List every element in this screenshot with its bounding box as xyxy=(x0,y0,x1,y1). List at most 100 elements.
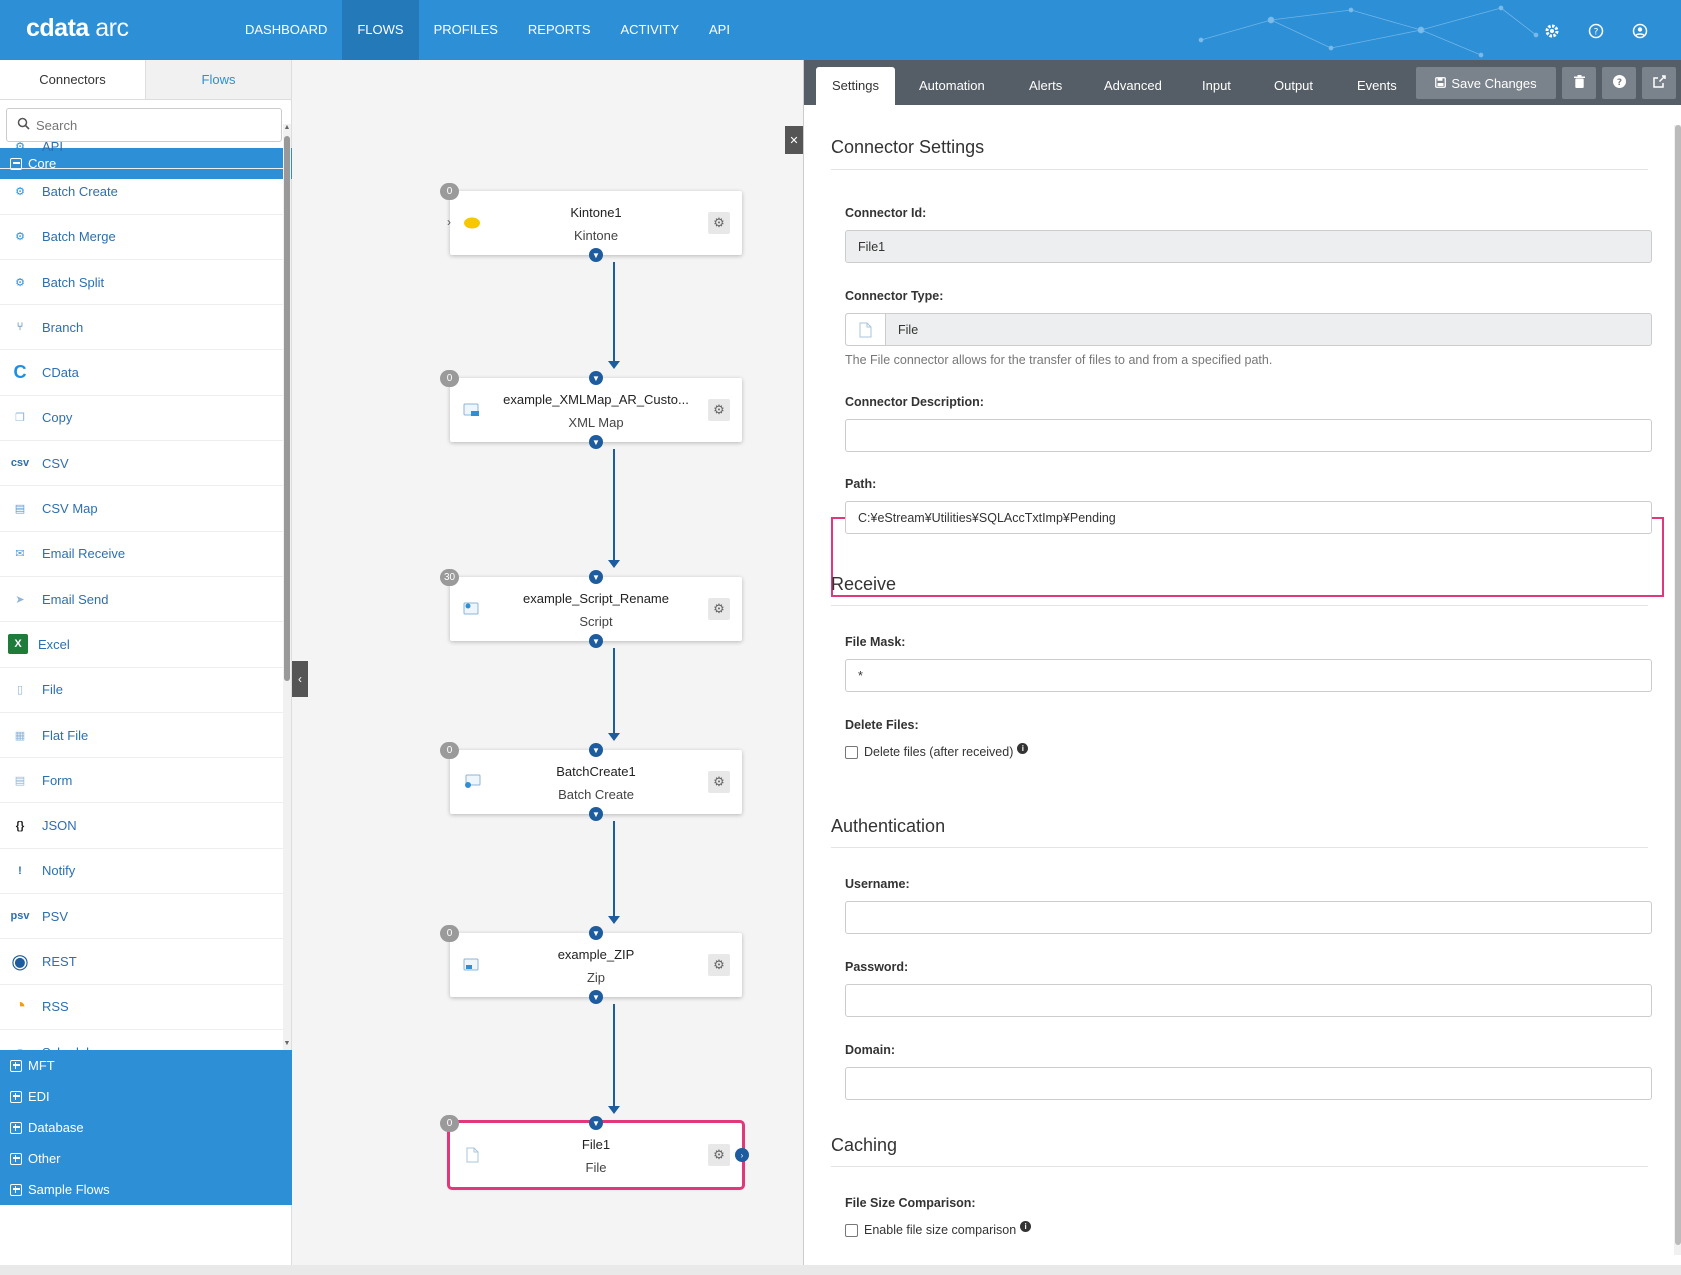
domain-input[interactable] xyxy=(845,1067,1652,1100)
tab-settings[interactable]: Settings xyxy=(816,67,895,105)
input-port-icon[interactable]: ▼ xyxy=(589,371,603,385)
output-port-icon[interactable]: ▼ xyxy=(589,634,603,648)
connector-item[interactable]: ⚙ Batch Merge xyxy=(0,215,283,260)
group-mft[interactable]: MFT xyxy=(0,1050,292,1081)
help-button[interactable]: ? xyxy=(1602,67,1636,99)
flow-connection xyxy=(613,648,615,735)
gear-icon[interactable]: ⚙ xyxy=(708,1144,730,1166)
flow-node[interactable]: 0 example_XMLMap_AR_Custo... XML Map ⚙ ▼ ▼ xyxy=(440,370,742,449)
path-label: Path: xyxy=(845,477,877,491)
connector-item[interactable]: ⑂ Branch xyxy=(0,305,283,351)
settings-scrollbar[interactable] xyxy=(1674,125,1681,1255)
tab-events[interactable]: Events xyxy=(1357,67,1397,105)
input-port-icon[interactable]: ▼ xyxy=(589,743,603,757)
path-input[interactable]: C:¥eStream¥Utilities¥SQLAccTxtImp¥Pendin… xyxy=(845,501,1652,534)
gear-icon[interactable]: ⚙ xyxy=(708,771,730,793)
file-mask-input[interactable]: * xyxy=(845,659,1652,692)
gear-icon[interactable]: ⚙ xyxy=(708,954,730,976)
horizontal-scrollbar[interactable] xyxy=(0,1265,1681,1275)
username-input[interactable] xyxy=(845,901,1652,934)
close-settings-button[interactable]: ✕ xyxy=(785,126,803,154)
output-port-icon[interactable]: › xyxy=(735,1148,749,1162)
connector-item[interactable]: ▯ File xyxy=(0,668,283,713)
tab-input[interactable]: Input xyxy=(1202,67,1231,105)
scrollbar-thumb[interactable] xyxy=(284,136,290,681)
connector-item[interactable]: ✉ Email Receive xyxy=(0,532,283,577)
group-sample-flows[interactable]: Sample Flows xyxy=(0,1174,292,1205)
connector-item[interactable]: ! Notify xyxy=(0,849,283,895)
connector-label: Copy xyxy=(42,410,73,426)
help-icon[interactable]: ? xyxy=(1583,18,1609,44)
info-icon[interactable]: i xyxy=(1017,742,1029,754)
tab-flows[interactable]: Flows xyxy=(146,60,291,99)
tab-advanced[interactable]: Advanced xyxy=(1104,67,1162,105)
nav-flows[interactable]: FLOWS xyxy=(342,0,419,60)
gear-icon[interactable]: ⚙ xyxy=(708,399,730,421)
connector-item[interactable]: ▦ Flat File xyxy=(0,713,283,759)
password-input[interactable] xyxy=(845,984,1652,1017)
gear-icon[interactable]: ⚙ xyxy=(708,212,730,234)
group-database[interactable]: Database xyxy=(0,1112,292,1143)
tab-alerts[interactable]: Alerts xyxy=(1029,67,1062,105)
connector-item[interactable]: ⚙ Batch Split xyxy=(0,260,283,306)
flow-node[interactable]: 0 › Kintone1 Kintone ⚙ ▼ xyxy=(440,183,742,262)
gear-icon[interactable] xyxy=(1539,18,1565,44)
tab-connectors[interactable]: Connectors xyxy=(0,60,146,99)
gear-icon[interactable]: ⚙ xyxy=(708,598,730,620)
group-edi[interactable]: EDI xyxy=(0,1081,292,1112)
output-port-icon[interactable]: ▼ xyxy=(589,248,603,262)
help-icon: ? xyxy=(1612,75,1626,91)
delete-button[interactable] xyxy=(1562,67,1596,99)
flow-node[interactable]: 30 example_Script_Rename Script ⚙ ▼ ▼ xyxy=(440,569,742,648)
nav-api[interactable]: API xyxy=(694,0,745,60)
connector-item[interactable]: X Excel xyxy=(0,622,283,668)
info-icon[interactable]: i xyxy=(1020,1220,1032,1232)
scroll-down-icon[interactable]: ▼ xyxy=(283,1040,291,1050)
output-port-icon[interactable]: ▼ xyxy=(589,435,603,449)
connector-item[interactable]: ⚙ Batch Create xyxy=(0,169,283,215)
output-port-icon[interactable]: ▼ xyxy=(589,807,603,821)
flow-node[interactable]: 0 File1 File ⚙ ▼ › xyxy=(440,1115,749,1190)
checkbox[interactable] xyxy=(845,1223,858,1237)
nav-profiles[interactable]: PROFILES xyxy=(419,0,513,60)
output-port-icon[interactable]: ▼ xyxy=(589,990,603,1004)
connector-item[interactable]: C CData xyxy=(0,350,283,396)
description-textarea[interactable] xyxy=(845,419,1652,452)
nav-dashboard[interactable]: DASHBOARD xyxy=(230,0,342,60)
input-port-icon[interactable]: ▼ xyxy=(589,1116,603,1130)
connector-item[interactable]: csv CSV xyxy=(0,441,283,487)
delete-files-checkbox[interactable]: Delete files (after received) i xyxy=(845,742,1029,759)
flow-node[interactable]: 0 BatchCreate1 Batch Create ⚙ ▼ ▼ xyxy=(440,742,742,821)
connector-item[interactable]: {} JSON xyxy=(0,803,283,849)
connector-item[interactable]: ❐ Copy xyxy=(0,396,283,442)
app-logo[interactable]: cdata arc xyxy=(26,14,129,43)
scroll-up-icon[interactable]: ▲ xyxy=(283,124,291,134)
group-other[interactable]: Other xyxy=(0,1143,292,1174)
tab-output[interactable]: Output xyxy=(1274,67,1313,105)
connector-list-scrollbar[interactable]: ▲ ▼ xyxy=(283,124,291,1050)
connector-item[interactable]: psv PSV xyxy=(0,894,283,940)
connector-type-help: The File connector allows for the transf… xyxy=(845,353,1273,367)
tab-automation[interactable]: Automation xyxy=(919,67,985,105)
collapse-panel-button[interactable]: ‹ xyxy=(292,661,308,697)
scrollbar-thumb[interactable] xyxy=(1675,125,1681,1245)
nav-reports[interactable]: REPORTS xyxy=(513,0,606,60)
connector-item[interactable]: ▤ Form xyxy=(0,758,283,804)
connector-item[interactable]: ◷Schedule xyxy=(0,1030,283,1050)
input-port-icon[interactable]: ▼ xyxy=(589,570,603,584)
expand-icon xyxy=(10,1059,22,1072)
file-size-checkbox[interactable]: Enable file size comparison i xyxy=(845,1220,1032,1237)
open-external-button[interactable] xyxy=(1642,67,1676,99)
connector-item[interactable]: ▤ CSV Map xyxy=(0,486,283,532)
save-changes-button[interactable]: Save Changes xyxy=(1416,67,1556,99)
nav-activity[interactable]: ACTIVITY xyxy=(606,0,695,60)
connector-item[interactable]: ◔ RSS xyxy=(0,985,283,1030)
section-connector-settings: Connector Settings xyxy=(831,137,985,157)
user-icon[interactable] xyxy=(1627,18,1653,44)
checkbox[interactable] xyxy=(845,745,858,759)
connector-item[interactable]: ⚙ API xyxy=(0,124,283,170)
connector-item[interactable]: ➤ Email Send xyxy=(0,577,283,623)
input-port-icon[interactable]: ▼ xyxy=(589,926,603,940)
flow-node[interactable]: 0 example_ZIP Zip ⚙ ▼ ▼ xyxy=(440,925,742,1004)
connector-item[interactable]: ◉ REST xyxy=(0,939,283,985)
